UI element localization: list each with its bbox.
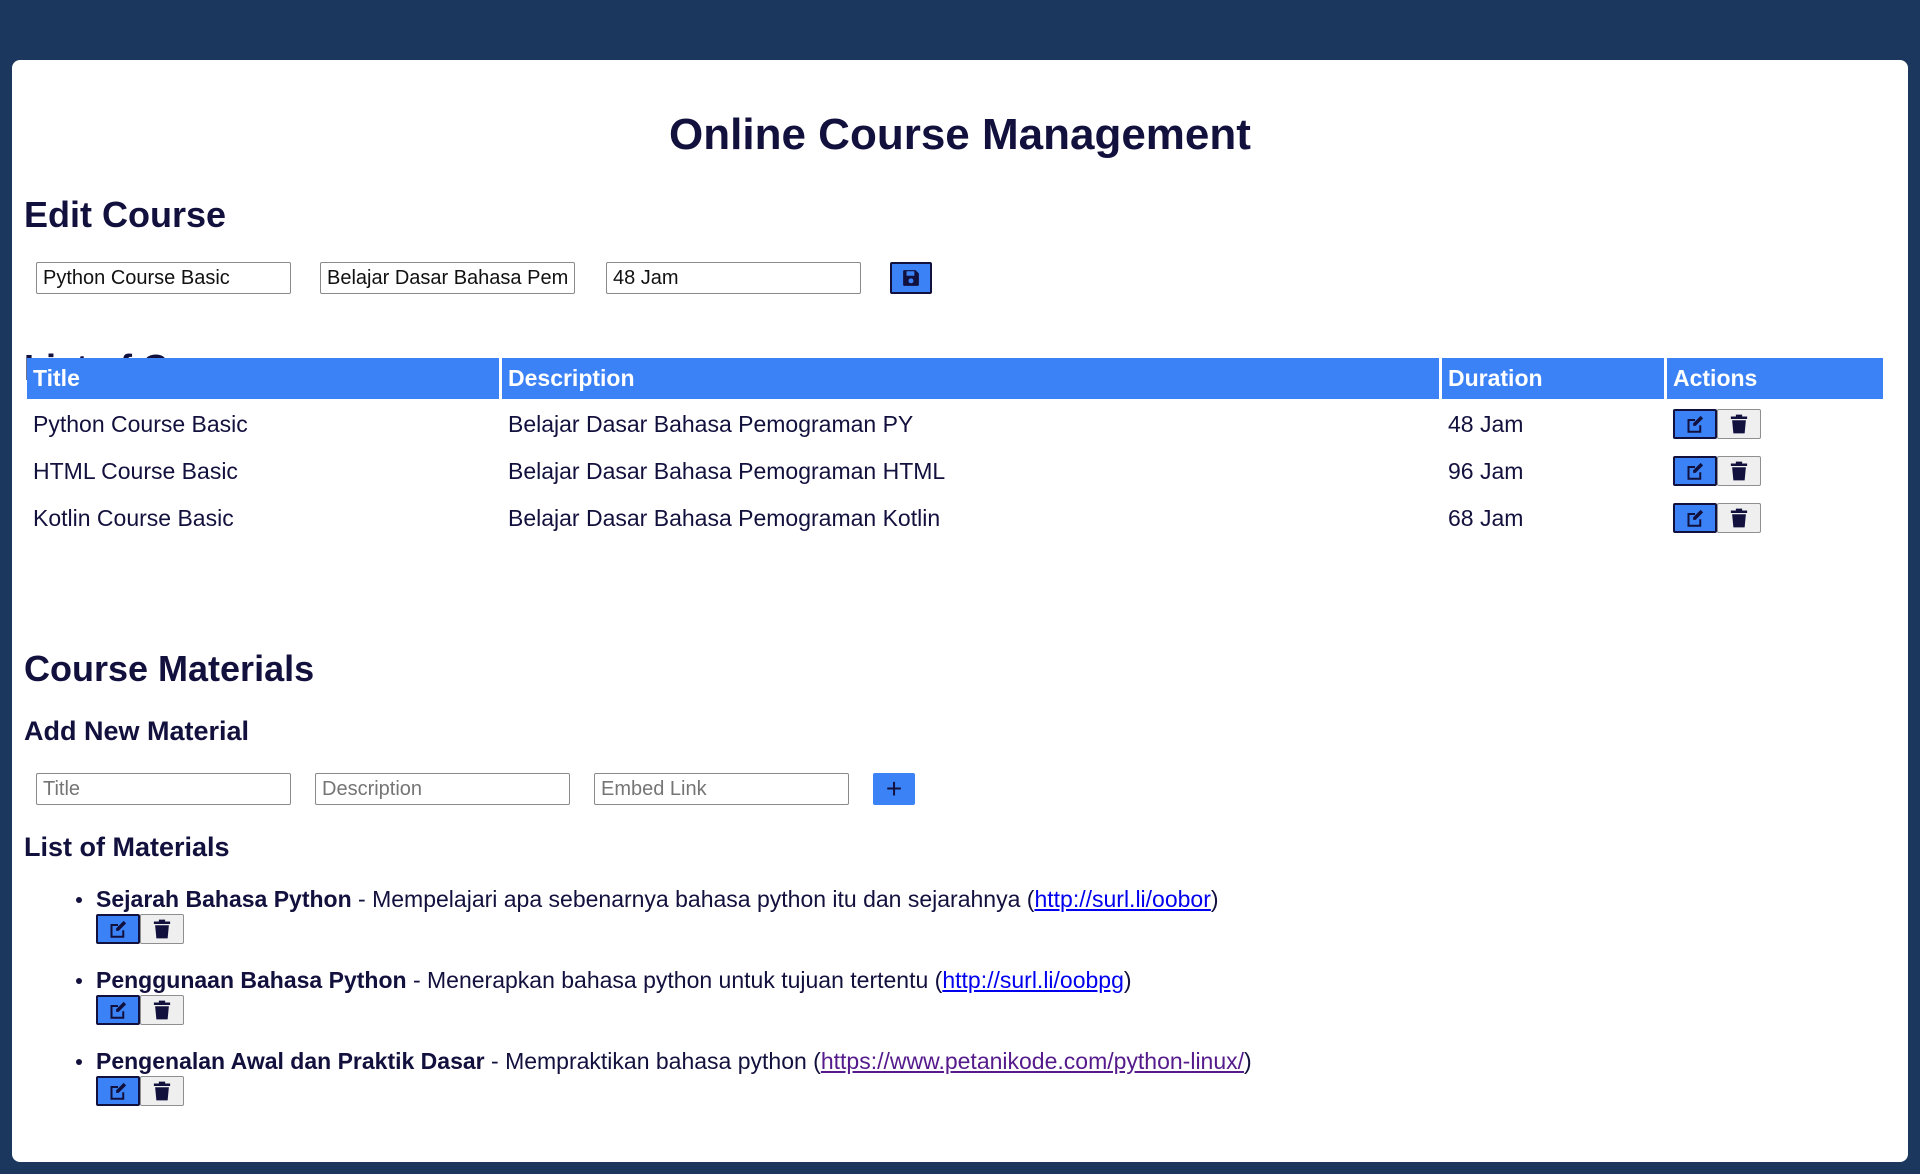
- column-header-actions: Actions: [1667, 358, 1883, 399]
- edit-course-button[interactable]: [1673, 456, 1717, 486]
- course-description: Belajar Dasar Bahasa Pemograman HTML: [508, 457, 946, 484]
- page-title: Online Course Management: [669, 110, 1251, 159]
- delete-course-button[interactable]: [1717, 456, 1761, 486]
- table-row: Python Course Basic Belajar Dasar Bahasa…: [27, 402, 1883, 446]
- course-title: Kotlin Course Basic: [33, 504, 234, 531]
- trash-icon: [153, 1000, 171, 1020]
- material-title: Sejarah Bahasa Python: [96, 886, 352, 912]
- separator: -: [406, 967, 428, 993]
- trash-icon: [153, 1081, 171, 1101]
- edit-icon: [110, 1082, 127, 1100]
- edit-icon: [1687, 415, 1704, 433]
- materials-list-heading: List of Materials: [24, 832, 230, 862]
- material-description: Mempraktikan bahasa python: [505, 1048, 807, 1074]
- edit-course-button[interactable]: [1673, 409, 1717, 439]
- edit-icon: [1687, 509, 1704, 527]
- course-duration: 48 Jam: [1448, 410, 1524, 437]
- edit-icon: [110, 1001, 127, 1019]
- delete-material-button[interactable]: [140, 995, 184, 1025]
- material-description: Menerapkan bahasa python untuk tujuan te…: [427, 967, 929, 993]
- material-link[interactable]: https://www.petanikode.com/python-linux/: [821, 1048, 1244, 1074]
- column-header-description: Description: [502, 358, 1439, 399]
- trash-icon: [1730, 414, 1748, 434]
- table-row: Kotlin Course Basic Belajar Dasar Bahasa…: [27, 496, 1883, 540]
- table-row: HTML Course Basic Belajar Dasar Bahasa P…: [27, 449, 1883, 493]
- edit-material-button[interactable]: [96, 1076, 140, 1106]
- edit-title-input[interactable]: [36, 262, 291, 294]
- list-item: Penggunaan Bahasa Python - Menerapkan ba…: [76, 965, 1252, 1025]
- edit-course-heading: Edit Course: [24, 194, 227, 235]
- trash-icon: [153, 919, 171, 939]
- course-title: HTML Course Basic: [33, 457, 238, 484]
- material-embed-input[interactable]: [594, 773, 849, 805]
- delete-material-button[interactable]: [140, 1076, 184, 1106]
- save-button[interactable]: [890, 262, 932, 294]
- edit-description-input[interactable]: [320, 262, 575, 294]
- course-duration: 68 Jam: [1448, 504, 1524, 531]
- delete-course-button[interactable]: [1717, 503, 1761, 533]
- material-link[interactable]: http://surl.li/oobor: [1034, 886, 1210, 912]
- material-title-input[interactable]: [36, 773, 291, 805]
- material-link[interactable]: http://surl.li/oobpg: [942, 967, 1124, 993]
- list-item: Pengenalan Awal dan Praktik Dasar - Memp…: [76, 1046, 1252, 1106]
- edit-icon: [1687, 462, 1704, 480]
- trash-icon: [1730, 461, 1748, 481]
- trash-icon: [1730, 508, 1748, 528]
- bullet: [76, 1059, 82, 1065]
- course-description: Belajar Dasar Bahasa Pemograman PY: [508, 410, 914, 437]
- add-material-button[interactable]: +: [873, 773, 915, 805]
- material-title: Pengenalan Awal dan Praktik Dasar: [96, 1048, 485, 1074]
- edit-material-button[interactable]: [96, 995, 140, 1025]
- add-material-heading: Add New Material: [24, 716, 250, 746]
- courses-table: Title Description Duration Actions Pytho…: [24, 355, 1886, 543]
- delete-material-button[interactable]: [140, 914, 184, 944]
- column-header-duration: Duration: [1442, 358, 1664, 399]
- edit-icon: [110, 920, 127, 938]
- material-description-input[interactable]: [315, 773, 570, 805]
- material-description: Mempelajari apa sebenarnya bahasa python…: [372, 886, 1021, 912]
- material-title: Penggunaan Bahasa Python: [96, 967, 407, 993]
- edit-material-button[interactable]: [96, 914, 140, 944]
- separator: -: [351, 886, 373, 912]
- list-item: Sejarah Bahasa Python - Mempelajari apa …: [76, 884, 1252, 944]
- materials-list: Sejarah Bahasa Python - Mempelajari apa …: [76, 884, 1252, 1127]
- delete-course-button[interactable]: [1717, 409, 1761, 439]
- save-icon: [903, 270, 919, 286]
- edit-duration-input[interactable]: [606, 262, 861, 294]
- bullet: [76, 897, 82, 903]
- column-header-title: Title: [27, 358, 499, 399]
- separator: -: [484, 1048, 506, 1074]
- course-description: Belajar Dasar Bahasa Pemograman Kotlin: [508, 504, 941, 531]
- edit-course-button[interactable]: [1673, 503, 1717, 533]
- materials-heading: Course Materials: [24, 648, 315, 689]
- course-duration: 96 Jam: [1448, 457, 1524, 484]
- table-header-row: Title Description Duration Actions: [27, 358, 1883, 399]
- course-title: Python Course Basic: [33, 410, 248, 437]
- bullet: [76, 978, 82, 984]
